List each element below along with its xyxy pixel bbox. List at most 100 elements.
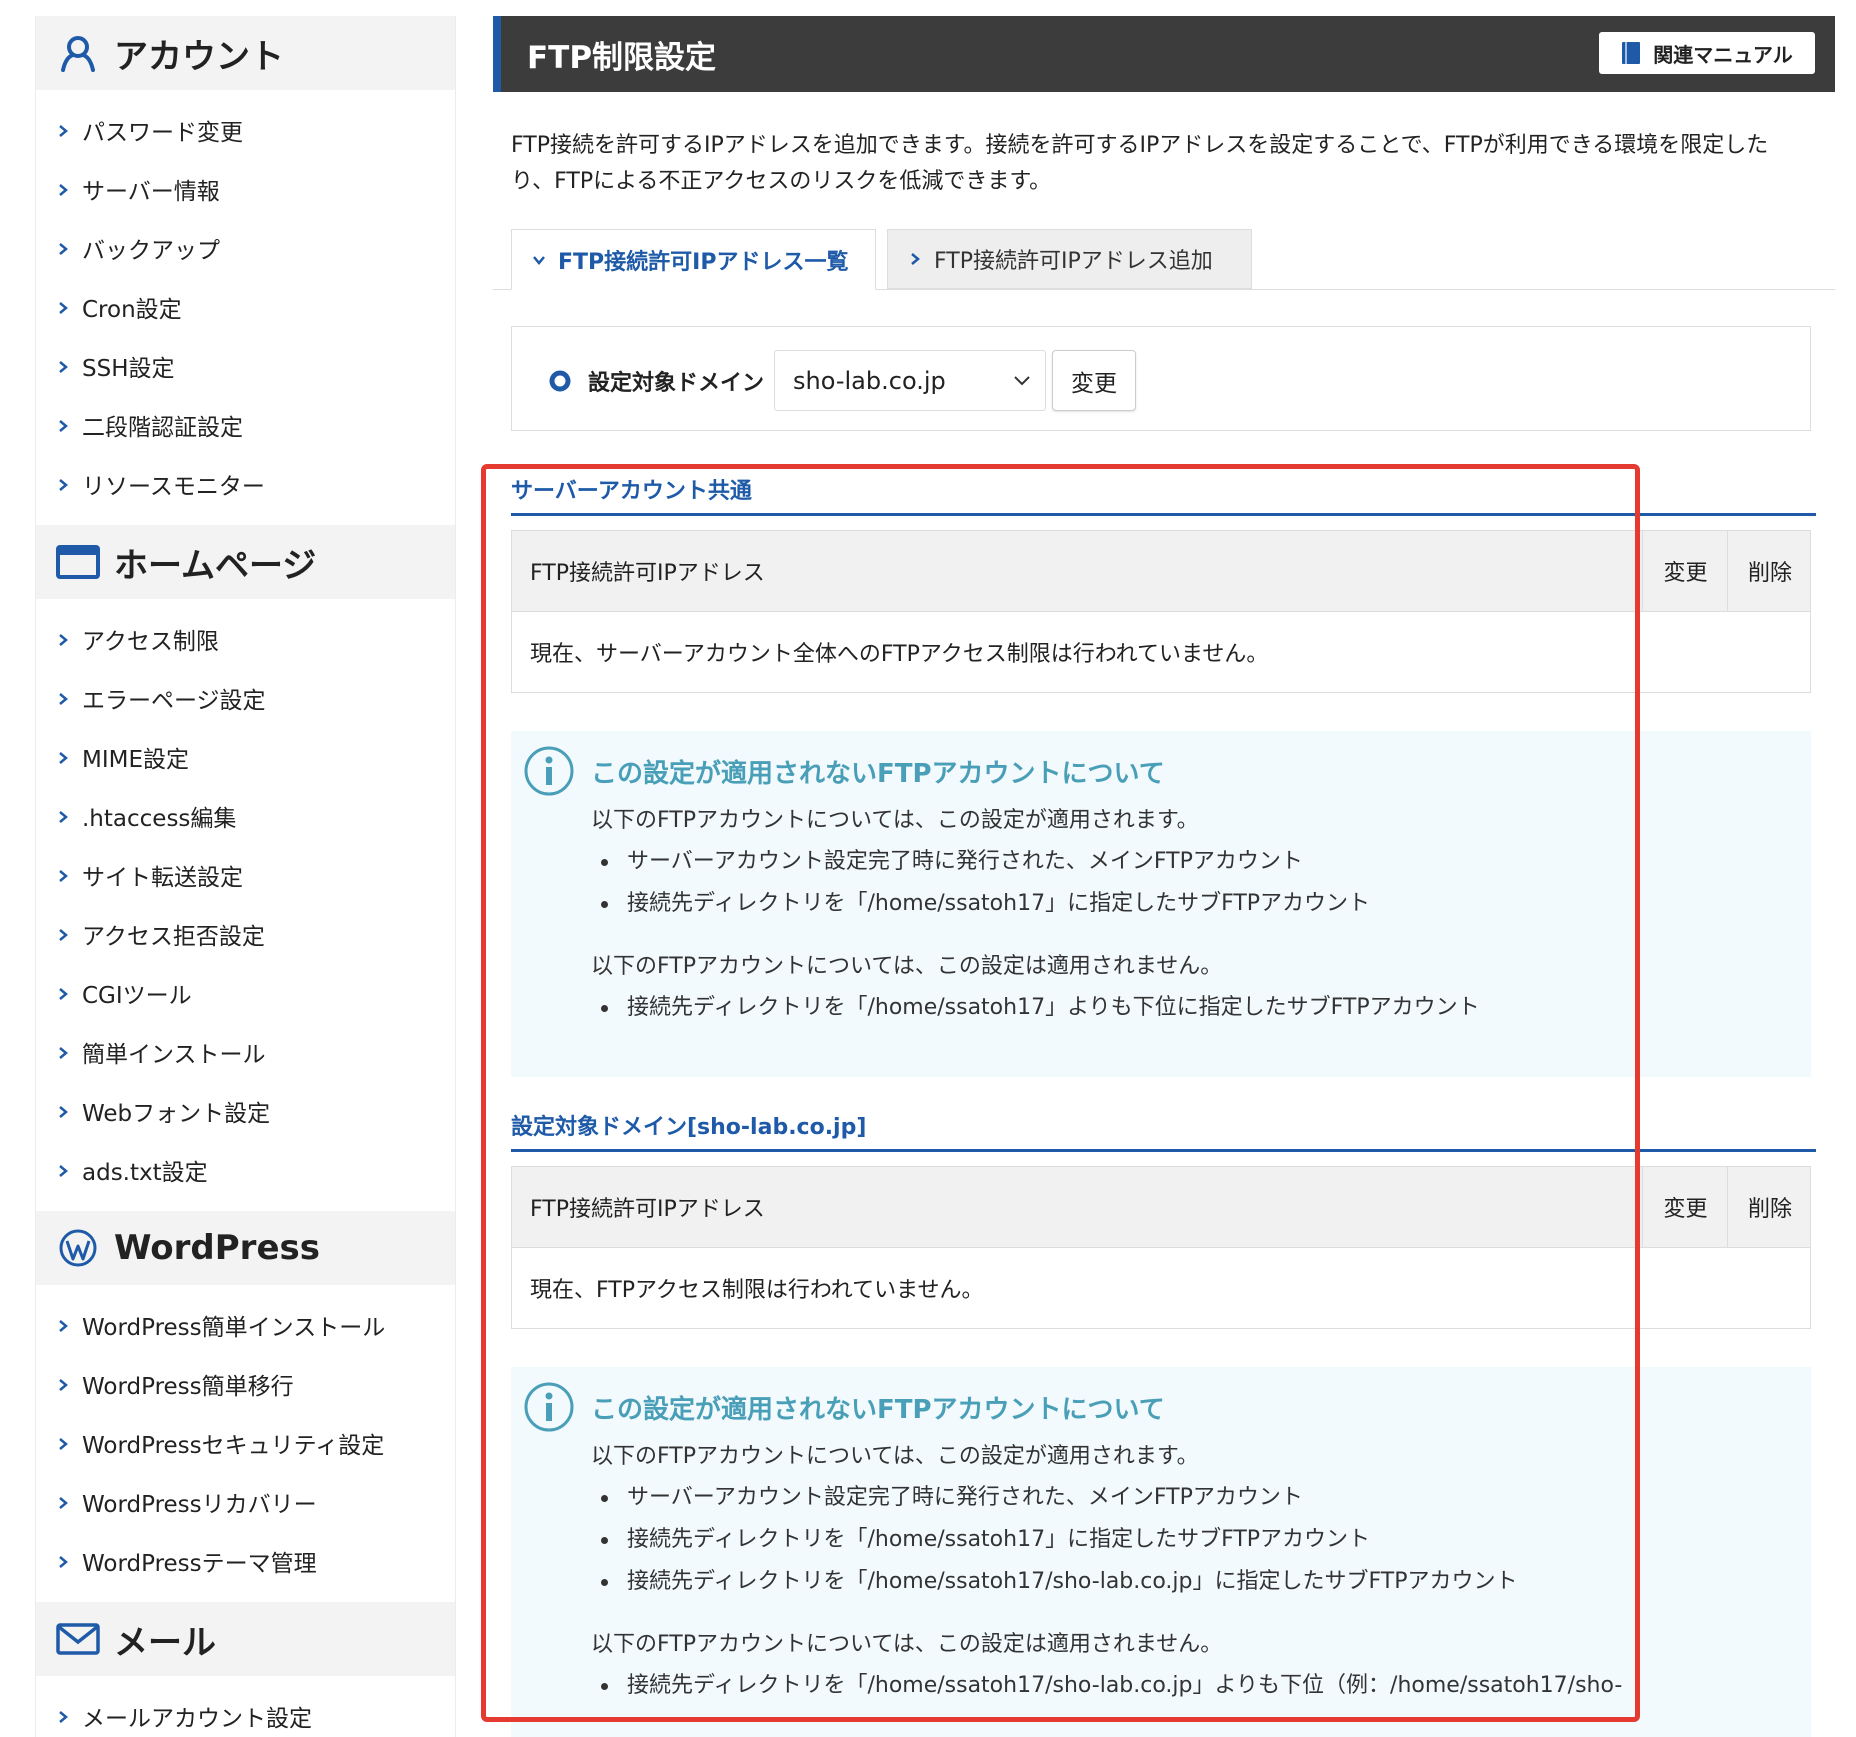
sidebar-item-label: サイト転送設定 bbox=[82, 864, 243, 891]
sidebar-item-wp-security[interactable]: WordPressセキュリティ設定 bbox=[36, 1413, 455, 1472]
related-manual-button[interactable]: 関連マニュアル bbox=[1599, 32, 1815, 74]
page-header: FTP制限設定 関連マニュアル bbox=[493, 16, 1835, 92]
section-heading-label: 設定対象ドメイン[sho-lab.co.jp] bbox=[511, 1115, 867, 1140]
tab-ip-list[interactable]: FTP接続許可IPアドレス一覧 bbox=[511, 229, 876, 290]
sidebar-header-mail: メール bbox=[36, 1602, 455, 1676]
tab-bar: FTP接続許可IPアドレス一覧 FTP接続許可IPアドレス追加 bbox=[493, 229, 1835, 290]
sidebar-item-ads-txt[interactable]: ads.txt設定 bbox=[36, 1140, 455, 1199]
table-empty-message: 現在、FTPアクセス制限は行われていません。 bbox=[530, 1278, 984, 1303]
sidebar-item-ssh[interactable]: SSH設定 bbox=[36, 336, 455, 395]
sidebar-item-site-redirect[interactable]: サイト転送設定 bbox=[36, 845, 455, 904]
sidebar-item-2fa[interactable]: 二段階認証設定 bbox=[36, 395, 455, 454]
sidebar-item-resource-monitor[interactable]: リソースモニター bbox=[36, 454, 455, 513]
radio-selected-icon[interactable] bbox=[549, 370, 571, 392]
sidebar-item-webfont[interactable]: Webフォント設定 bbox=[36, 1081, 455, 1140]
sidebar-item-label: Cron設定 bbox=[82, 296, 182, 323]
list-item: サーバーアカウント設定完了時に発行された、メインFTPアカウント bbox=[591, 841, 1480, 883]
chevron-right-icon bbox=[59, 124, 68, 137]
sidebar-header-wordpress: WordPress bbox=[36, 1211, 455, 1285]
table-empty-message: 現在、サーバーアカウント全体へのFTPアクセス制限は行われていません。 bbox=[530, 642, 1269, 667]
sidebar-item-cron[interactable]: Cron設定 bbox=[36, 277, 455, 336]
sidebar-item-access-restriction[interactable]: アクセス制限 bbox=[36, 609, 455, 668]
sidebar-item-label: CGIツール bbox=[82, 982, 192, 1009]
info-box-domain: この設定が適用されないFTPアカウントについて 以下のFTPアカウントについては… bbox=[511, 1367, 1811, 1737]
sidebar-item-mime[interactable]: MIME設定 bbox=[36, 727, 455, 786]
chevron-right-icon bbox=[59, 1164, 68, 1177]
chevron-right-icon bbox=[59, 1710, 68, 1723]
info-box-server-account: この設定が適用されないFTPアカウントについて 以下のFTPアカウントについては… bbox=[511, 731, 1811, 1077]
ip-table-domain: FTP接続許可IPアドレス 変更 削除 現在、FTPアクセス制限は行われていませ… bbox=[511, 1166, 1811, 1329]
chevron-right-icon bbox=[59, 987, 68, 1000]
tab-label: FTP接続許可IPアドレス追加 bbox=[934, 249, 1213, 274]
sidebar-item-label: 簡単インストール bbox=[82, 1041, 266, 1068]
info-icon bbox=[524, 1382, 574, 1432]
sidebar-header-title: ホームページ bbox=[114, 545, 317, 586]
chevron-right-icon bbox=[59, 360, 68, 373]
sidebar-item-label: パスワード変更 bbox=[82, 119, 243, 146]
chevron-right-icon bbox=[59, 419, 68, 432]
sidebar-item-wp-recovery[interactable]: WordPressリカバリー bbox=[36, 1472, 455, 1531]
info-icon bbox=[524, 746, 574, 796]
chevron-down-icon bbox=[1014, 376, 1030, 386]
chevron-right-icon bbox=[59, 928, 68, 941]
sidebar-header-homepage: ホームページ bbox=[36, 525, 455, 599]
column-header-delete: 削除 bbox=[1727, 531, 1812, 611]
sidebar-item-password[interactable]: パスワード変更 bbox=[36, 100, 455, 159]
chevron-right-icon bbox=[59, 692, 68, 705]
tab-ip-add[interactable]: FTP接続許可IPアドレス追加 bbox=[887, 229, 1252, 289]
sidebar-item-label: サーバー情報 bbox=[82, 178, 220, 205]
sidebar-item-backup[interactable]: バックアップ bbox=[36, 218, 455, 277]
sidebar-item-cgi-tools[interactable]: CGIツール bbox=[36, 963, 455, 1022]
info-body: 以下のFTPアカウントについては、この設定が適用されます。 サーバーアカウント設… bbox=[591, 801, 1480, 1029]
wordpress-icon bbox=[56, 1226, 100, 1270]
sidebar-section-wordpress: WordPress WordPress簡単インストール WordPress簡単移… bbox=[36, 1211, 455, 1602]
sidebar-header-account: アカウント bbox=[36, 16, 455, 90]
sidebar-item-label: WordPress簡単移行 bbox=[82, 1373, 294, 1400]
section-heading-server-account: サーバーアカウント共通 bbox=[511, 473, 1816, 516]
sidebar-item-htaccess[interactable]: .htaccess編集 bbox=[36, 786, 455, 845]
sidebar-item-server-info[interactable]: サーバー情報 bbox=[36, 159, 455, 218]
chevron-right-icon bbox=[59, 633, 68, 646]
section-heading-label: サーバーアカウント共通 bbox=[511, 479, 752, 504]
ip-table-server-account: FTP接続許可IPアドレス 変更 削除 現在、サーバーアカウント全体へのFTPア… bbox=[511, 530, 1811, 693]
column-header-change: 変更 bbox=[1642, 531, 1728, 611]
domain-select[interactable]: sho-lab.co.jp bbox=[774, 350, 1046, 411]
sidebar-header-title: WordPress bbox=[114, 1228, 320, 1268]
sidebar-item-wp-easy-install[interactable]: WordPress簡単インストール bbox=[36, 1295, 455, 1354]
info-title: この設定が適用されないFTPアカウントについて bbox=[591, 1395, 1165, 1425]
chevron-right-icon bbox=[59, 183, 68, 196]
list-item: 接続先ディレクトリを「/home/ssatoh17」に指定したサブFTPアカウン… bbox=[591, 883, 1480, 925]
sidebar-item-label: WordPressテーマ管理 bbox=[82, 1550, 317, 1577]
related-manual-label: 関連マニュアル bbox=[1653, 42, 1793, 67]
chevron-right-icon bbox=[911, 253, 920, 265]
sidebar-item-label: バックアップ bbox=[82, 237, 220, 264]
sidebar-item-label: MIME設定 bbox=[82, 746, 190, 773]
sidebar-item-wp-migrate[interactable]: WordPress簡単移行 bbox=[36, 1354, 455, 1413]
tab-label: FTP接続許可IPアドレス一覧 bbox=[558, 249, 849, 275]
info-not-applied-list: 接続先ディレクトリを「/home/ssatoh17」よりも下位に指定したサブFT… bbox=[591, 987, 1480, 1029]
sidebar-item-error-page[interactable]: エラーページ設定 bbox=[36, 668, 455, 727]
sidebar-item-mail-accounts[interactable]: メールアカウント設定 bbox=[36, 1686, 455, 1737]
chevron-right-icon bbox=[59, 478, 68, 491]
book-icon bbox=[1622, 42, 1641, 64]
info-applied-list: サーバーアカウント設定完了時に発行された、メインFTPアカウント 接続先ディレク… bbox=[591, 841, 1480, 925]
browser-window-icon bbox=[56, 540, 100, 584]
chevron-right-icon bbox=[59, 1437, 68, 1450]
sidebar-item-label: リソースモニター bbox=[82, 473, 265, 500]
domain-label: 設定対象ドメイン bbox=[588, 371, 765, 396]
sidebar: アカウント パスワード変更 サーバー情報 バックアップ Cron設定 SSH設定… bbox=[35, 16, 456, 1737]
sidebar-item-access-deny[interactable]: アクセス拒否設定 bbox=[36, 904, 455, 963]
sidebar-item-label: 二段階認証設定 bbox=[82, 414, 243, 441]
domain-change-button[interactable]: 変更 bbox=[1052, 350, 1136, 411]
sidebar-item-wp-themes[interactable]: WordPressテーマ管理 bbox=[36, 1531, 455, 1590]
column-header-ip: FTP接続許可IPアドレス bbox=[530, 561, 765, 586]
column-header-ip: FTP接続許可IPアドレス bbox=[530, 1197, 765, 1222]
section-heading-domain: 設定対象ドメイン[sho-lab.co.jp] bbox=[511, 1109, 1816, 1152]
list-item: 接続先ディレクトリを「/home/ssatoh17/sho-lab.co.jp」… bbox=[591, 1561, 1622, 1603]
table-header-row: FTP接続許可IPアドレス 変更 削除 bbox=[512, 531, 1810, 612]
chevron-right-icon bbox=[59, 751, 68, 764]
sidebar-item-label: アクセス拒否設定 bbox=[82, 923, 265, 950]
page-title: FTP制限設定 bbox=[527, 39, 717, 76]
info-title: この設定が適用されないFTPアカウントについて bbox=[591, 759, 1165, 789]
sidebar-item-easy-install[interactable]: 簡単インストール bbox=[36, 1022, 455, 1081]
